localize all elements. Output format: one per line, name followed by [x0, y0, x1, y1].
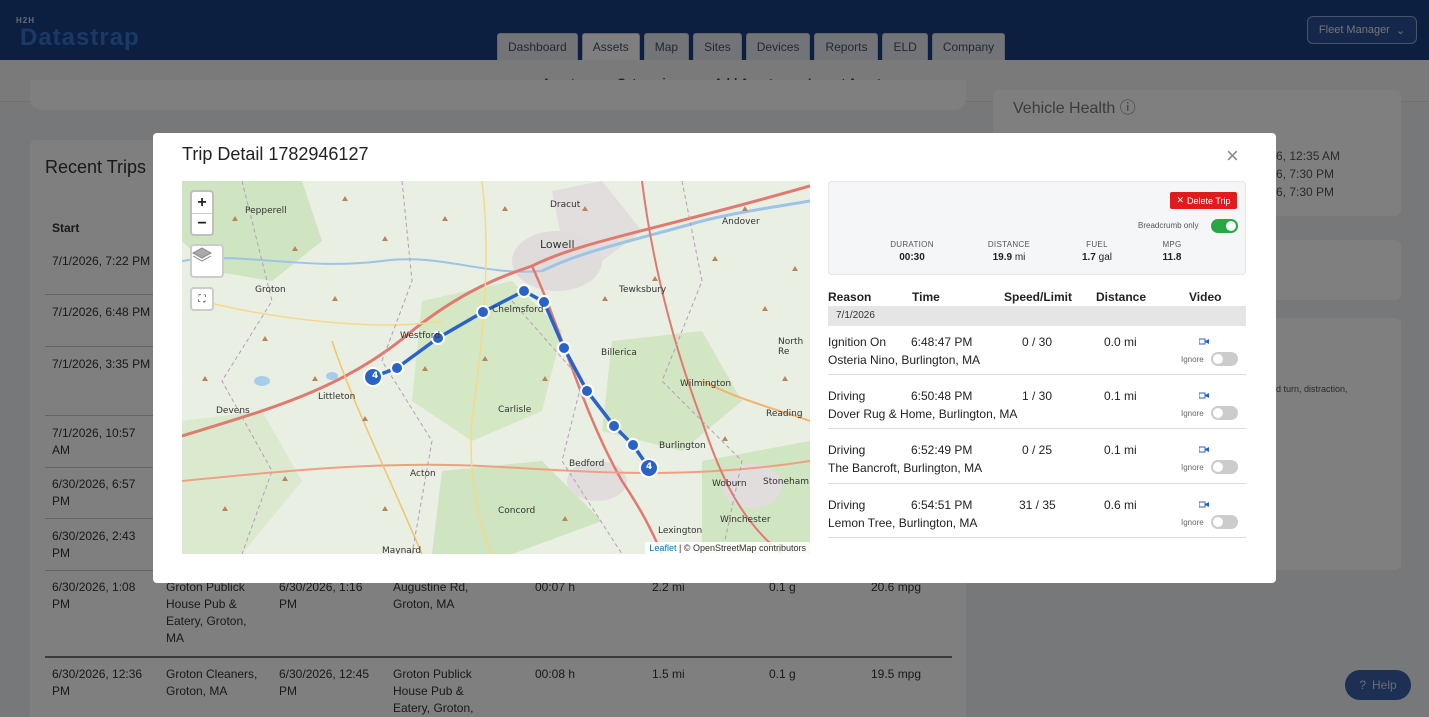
place-label: Winchester — [720, 515, 771, 525]
close-icon[interactable]: × — [1226, 143, 1239, 169]
place-label: Pepperell — [245, 206, 287, 216]
trip-detail-modal: Trip Detail 1782946127 × 4 4 Dracut Lowe… — [153, 133, 1276, 583]
zoom-in-button[interactable]: + — [192, 192, 212, 213]
video-column-header: Video — [1189, 290, 1222, 304]
place-label: Concord — [498, 506, 536, 516]
event-location[interactable]: Osteria Nino, Burlington, MA — [828, 353, 980, 367]
place-label: Devens — [216, 406, 250, 416]
ignore-toggle[interactable] — [1211, 460, 1238, 474]
event-distance: 0.1 mi — [1104, 389, 1137, 403]
row-divider — [828, 428, 1246, 429]
ignore-label: Ignore — [1181, 409, 1204, 418]
event-time: 6:54:51 PM — [911, 498, 973, 512]
place-label: Littleton — [318, 392, 356, 402]
place-label: Lowell — [540, 238, 575, 251]
place-label: Chelmsford — [492, 305, 544, 315]
map-tiles — [182, 181, 810, 554]
layers-icon[interactable] — [190, 244, 224, 278]
place-label: Dracut — [550, 200, 581, 210]
ignore-toggle[interactable] — [1211, 406, 1238, 420]
video-camera-icon[interactable] — [1199, 338, 1209, 345]
close-icon: ✕ — [1176, 195, 1184, 205]
event-speed: 31 / 35 — [1019, 498, 1056, 512]
row-divider — [828, 374, 1246, 375]
place-label: Acton — [410, 469, 436, 479]
delete-trip-label: Delete Trip — [1187, 195, 1231, 206]
event-reason: Ignition On — [828, 335, 887, 349]
zoom-control: + − — [190, 190, 214, 236]
stat-fuel: FUEL 1.7 gal — [1081, 240, 1113, 263]
place-label: Reading — [766, 409, 803, 419]
fullscreen-icon[interactable]: ⛶ — [190, 287, 214, 311]
event-time: 6:48:47 PM — [911, 335, 973, 349]
map-attribution: Leaflet | © OpenStreetMap contributors — [645, 542, 810, 554]
ignore-label: Ignore — [1181, 518, 1204, 527]
ignore-toggle[interactable] — [1211, 515, 1238, 529]
event-time: 6:52:49 PM — [911, 443, 973, 457]
event-location[interactable]: Lemon Tree, Burlington, MA — [828, 516, 977, 530]
place-label: Woburn — [712, 479, 747, 489]
place-label: Andover — [722, 217, 760, 227]
distance-column-header: Distance — [1096, 290, 1147, 304]
ignore-label: Ignore — [1181, 463, 1204, 472]
place-label: Groton — [255, 285, 286, 295]
time-column-header: Time — [912, 290, 940, 304]
place-label: Carlisle — [498, 405, 532, 415]
cluster-count: 4 — [372, 371, 379, 381]
event-time: 6:50:48 PM — [911, 389, 973, 403]
place-label: Lexington — [658, 526, 703, 536]
event-reason: Driving — [828, 498, 866, 512]
reason-column-header: Reason — [828, 290, 872, 304]
breadcrumb-label: Breadcrumb only — [1138, 221, 1199, 230]
stat-mpg: MPG 11.8 — [1162, 240, 1182, 263]
place-label: Stoneham — [763, 477, 809, 487]
place-label: Tewksbury — [619, 285, 667, 295]
zoom-out-button[interactable]: − — [192, 213, 212, 234]
date-group-row: 7/1/2026 — [828, 306, 1246, 326]
event-distance: 0.6 mi — [1104, 498, 1137, 512]
ignore-toggle[interactable] — [1211, 352, 1238, 366]
modal-title: Trip Detail 1782946127 — [182, 144, 369, 164]
place-label: Bedford — [569, 459, 605, 469]
video-camera-icon[interactable] — [1199, 392, 1209, 399]
breadcrumb-toggle[interactable] — [1211, 219, 1238, 233]
place-label: Maynard — [382, 546, 422, 554]
row-divider — [828, 483, 1246, 484]
leaflet-link[interactable]: Leaflet — [649, 543, 676, 553]
event-distance: 0.0 mi — [1104, 335, 1137, 349]
event-reason: Driving — [828, 443, 866, 457]
event-reason: Driving — [828, 389, 866, 403]
delete-trip-button[interactable]: ✕ Delete Trip — [1170, 192, 1237, 209]
stat-duration: DURATION 00:30 — [890, 240, 934, 263]
video-camera-icon[interactable] — [1199, 446, 1209, 453]
event-distance: 0.1 mi — [1104, 443, 1137, 457]
video-camera-icon[interactable] — [1199, 501, 1209, 508]
event-location[interactable]: The Bancroft, Burlington, MA — [828, 461, 982, 475]
place-label: North Re — [778, 337, 804, 357]
stat-distance: DISTANCE 19.9 mi — [987, 240, 1031, 263]
event-speed: 0 / 25 — [1022, 443, 1053, 457]
speed-column-header: Speed/Limit — [1004, 290, 1073, 304]
event-speed: 0 / 30 — [1022, 335, 1053, 349]
event-speed: 1 / 30 — [1022, 389, 1053, 403]
cluster-count: 4 — [646, 462, 653, 472]
row-divider — [828, 537, 1246, 538]
place-label: Westford — [400, 331, 441, 341]
event-location[interactable]: Dover Rug & Home, Burlington, MA — [828, 407, 1017, 421]
place-label: Wilmington — [680, 379, 732, 389]
place-label: Billerica — [601, 348, 637, 358]
trip-stats-panel: ✕ Delete Trip Breadcrumb only DURATION 0… — [828, 181, 1246, 275]
trip-map[interactable]: 4 4 Dracut Lowell Pepperell Andover Tewk… — [182, 181, 810, 554]
place-label: Burlington — [659, 441, 706, 451]
ignore-label: Ignore — [1181, 355, 1204, 364]
osm-attribution: | © OpenStreetMap contributors — [678, 543, 806, 553]
